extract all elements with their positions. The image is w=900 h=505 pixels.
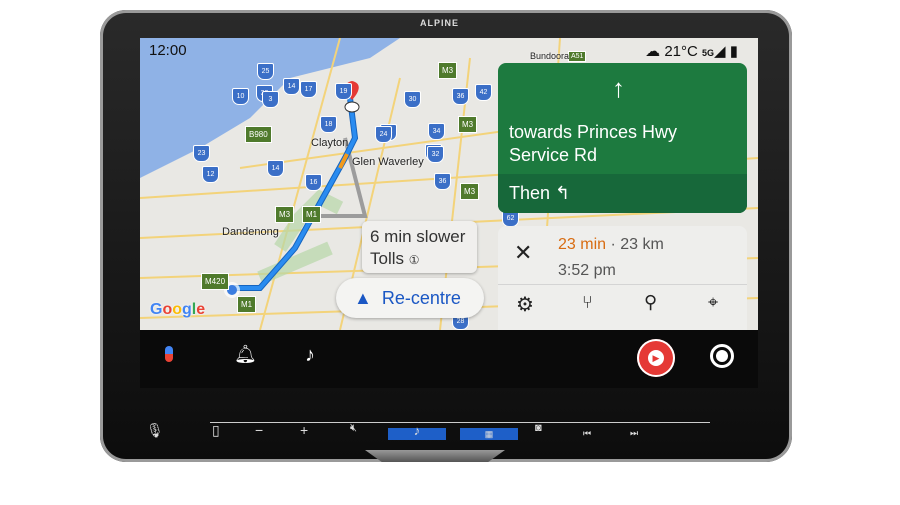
- mic-port-icon: 🎙︎: [146, 422, 164, 438]
- android-auto-screen: 12:00 ☁ 21°C 5G◢ ▮ 25 33 19 30 14 17 26 …: [140, 38, 758, 388]
- microphone-icon[interactable]: [165, 346, 173, 362]
- google-logo: Google: [150, 301, 206, 318]
- music-source-button[interactable]: ♪: [388, 424, 446, 440]
- mute-icon[interactable]: 🔇︎: [350, 422, 357, 435]
- route-shield: 10: [232, 88, 249, 105]
- navigation-arrow-icon: ▲: [354, 288, 372, 308]
- route-shield: 32: [427, 146, 444, 163]
- music-note-icon[interactable]: ♪: [305, 344, 315, 367]
- recentre-label: Re-centre: [381, 288, 461, 308]
- notification-bell-icon[interactable]: 🔔︎: [234, 344, 257, 365]
- recentre-button[interactable]: ▲ Re-centre: [336, 278, 484, 318]
- route-shield: 34: [428, 123, 445, 140]
- route-delay: 6 min slower: [370, 227, 466, 246]
- motorway-sign: M3: [460, 183, 480, 200]
- motorway-sign: B980: [245, 126, 272, 143]
- motorway-sign: M3: [275, 206, 295, 223]
- trip-distance: · 23 km: [610, 236, 664, 253]
- motorway-sign: M1: [302, 206, 322, 223]
- place-label: Bundoora: [530, 51, 570, 61]
- motorway-sign: M420: [201, 273, 230, 290]
- next-maneuver: Then ↰: [498, 174, 747, 213]
- motorway-sign: M3: [458, 116, 478, 133]
- route-shield: 19: [335, 83, 352, 100]
- route-shield: 30: [404, 91, 421, 108]
- trip-info-card: ✕ 23 min · 23 km 3:52 pm ⚙ ⑂ ⚲ ⌖: [498, 226, 747, 330]
- tolls-label: Tolls: [370, 249, 405, 268]
- youtube-music-icon[interactable]: ▶: [637, 339, 675, 377]
- status-area: ☁ 21°C 5G◢ ▮: [645, 42, 738, 60]
- route-shield: 24: [375, 126, 392, 143]
- search-icon[interactable]: ⚲: [644, 292, 657, 313]
- brand-logo: ALPINE: [420, 18, 460, 28]
- turn-instruction-card[interactable]: ↑ towards Princes Hwy Service Rd Then ↰: [498, 63, 747, 213]
- trip-duration: 23 min: [558, 236, 607, 253]
- cloud-icon: ☁: [645, 43, 665, 60]
- bezel-handle: [365, 450, 505, 462]
- motorway-sign: M3: [438, 62, 458, 79]
- route-shield: 23: [193, 145, 210, 162]
- previous-track-icon[interactable]: ⏮: [583, 428, 591, 439]
- toll-icon: ①: [408, 253, 420, 267]
- route-shield: 3: [262, 91, 279, 108]
- route-shield: 18: [320, 116, 337, 133]
- turn-left-icon: ↰: [555, 183, 571, 203]
- volume-down-button[interactable]: −: [255, 422, 263, 438]
- route-shield: 16: [305, 174, 322, 191]
- place-label: Glen Waverley: [352, 156, 424, 168]
- arrow-up-icon: ↑: [612, 73, 625, 103]
- place-label: Clayton: [311, 137, 349, 149]
- next-track-icon[interactable]: ⏭: [630, 428, 638, 439]
- close-icon[interactable]: ✕: [514, 240, 532, 266]
- volume-up-button[interactable]: +: [300, 422, 308, 438]
- route-shield: 12: [202, 166, 219, 183]
- route-shield: 36: [452, 88, 469, 105]
- signal-icon: ◢: [714, 43, 726, 60]
- route-options-icon[interactable]: ⑂: [582, 292, 593, 313]
- apps-grid-button[interactable]: ▦: [460, 428, 518, 440]
- control-strip-line: [210, 422, 710, 423]
- route-shield: 14: [267, 160, 284, 177]
- camera-icon[interactable]: ◙: [535, 422, 542, 434]
- map-button-icon[interactable]: ▯: [212, 422, 220, 439]
- location-pin-icon[interactable]: ⌖: [708, 292, 718, 313]
- map-view[interactable]: 12:00 ☁ 21°C 5G◢ ▮ 25 33 19 30 14 17 26 …: [140, 38, 758, 330]
- network-indicator: 5G: [702, 48, 715, 58]
- arrival-time: 3:52 pm: [558, 262, 616, 279]
- route-shield: 17: [300, 81, 317, 98]
- divider: [498, 284, 747, 285]
- motorway-sign: A51: [568, 51, 587, 62]
- android-auto-rail: 🔔︎ ♪ ▶: [140, 330, 758, 388]
- home-button-icon[interactable]: [710, 344, 734, 368]
- route-shield: 14: [283, 78, 300, 95]
- motorway-sign: M1: [237, 296, 257, 313]
- route-shield: 25: [257, 63, 274, 80]
- battery-icon: ▮: [729, 43, 738, 60]
- temperature: 21°C: [664, 43, 698, 60]
- clock: 12:00: [149, 42, 187, 59]
- route-shield: 42: [475, 84, 492, 101]
- road-name: towards Princes Hwy Service Rd: [509, 122, 678, 165]
- settings-icon[interactable]: ⚙: [516, 292, 534, 317]
- route-shield: 36: [434, 173, 451, 190]
- alternate-route-bubble[interactable]: 6 min slower Tolls ①: [362, 221, 477, 273]
- place-label: Dandenong: [222, 226, 279, 238]
